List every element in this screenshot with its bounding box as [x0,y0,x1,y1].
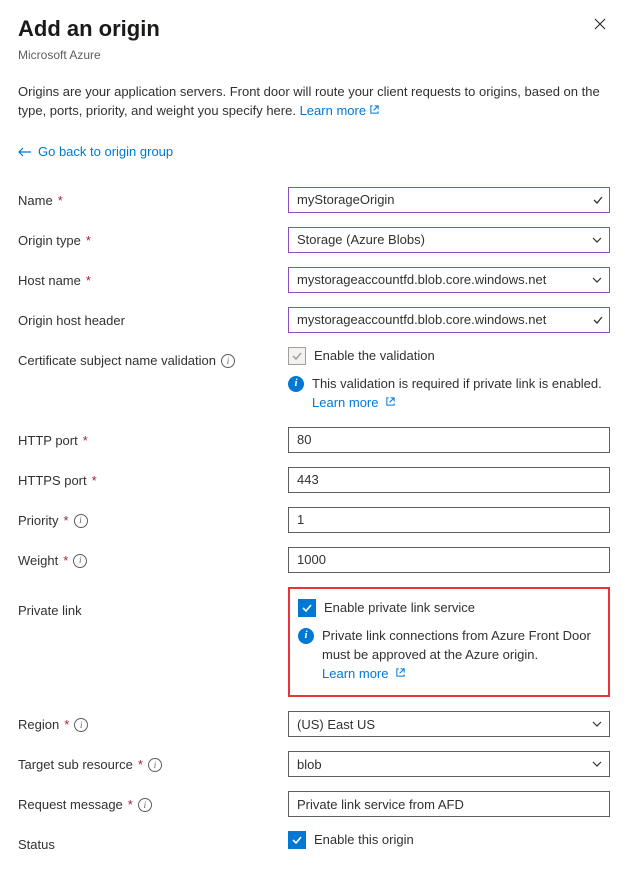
status-checkbox-label: Enable this origin [314,831,414,849]
info-icon[interactable]: i [221,354,235,368]
weight-label: Weight * i [18,547,288,570]
cert-validation-label: Certificate subject name validation i [18,347,288,370]
info-icon[interactable]: i [73,554,87,568]
close-icon [594,18,606,30]
origin-type-label: Origin type * [18,227,288,250]
info-icon[interactable]: i [74,718,88,732]
private-link-learn-more-link[interactable]: Learn more [322,666,406,681]
arrow-left-icon [18,147,32,157]
info-icon[interactable]: i [74,514,88,528]
private-link-checkbox-label: Enable private link service [324,599,475,617]
info-icon[interactable]: i [138,798,152,812]
http-port-input[interactable] [288,427,610,453]
description-learn-more-link[interactable]: Learn more [300,103,380,118]
target-sub-resource-select[interactable] [288,751,610,777]
target-sub-resource-label: Target sub resource * i [18,751,288,774]
private-link-label: Private link [18,587,288,620]
status-checkbox[interactable] [288,831,306,849]
close-button[interactable] [590,14,610,34]
origin-host-header-label: Origin host header [18,307,288,330]
http-port-label: HTTP port * [18,427,288,450]
status-label: Status [18,831,288,854]
request-message-input[interactable] [288,791,610,817]
cert-validation-checkbox-label: Enable the validation [314,347,435,365]
private-link-info-text: Private link connections from Azure Fron… [322,627,600,684]
weight-input[interactable] [288,547,610,573]
external-link-icon [385,396,396,407]
region-label: Region * i [18,711,288,734]
panel-subtitle: Microsoft Azure [18,47,160,64]
private-link-highlight-box: Enable private link service i Private li… [288,587,610,698]
region-select[interactable] [288,711,610,737]
external-link-icon [369,104,380,115]
cert-validation-info-text: This validation is required if private l… [312,375,610,413]
host-name-label: Host name * [18,267,288,290]
private-link-checkbox[interactable] [298,599,316,617]
cert-validation-checkbox [288,347,306,365]
priority-input[interactable] [288,507,610,533]
cert-validation-learn-more-link[interactable]: Learn more [312,395,396,410]
name-input[interactable] [288,187,610,213]
back-link-label: Go back to origin group [38,143,173,161]
info-solid-icon: i [288,376,304,392]
panel-header: Add an origin Microsoft Azure [18,14,610,64]
panel-title: Add an origin [18,14,160,45]
name-label: Name * [18,187,288,210]
origin-host-header-input[interactable] [288,307,610,333]
host-name-select[interactable] [288,267,610,293]
origin-type-select[interactable] [288,227,610,253]
https-port-input[interactable] [288,467,610,493]
info-solid-icon: i [298,628,314,644]
back-to-origin-group-link[interactable]: Go back to origin group [18,143,610,161]
info-icon[interactable]: i [148,758,162,772]
request-message-label: Request message * i [18,791,288,814]
https-port-label: HTTPS port * [18,467,288,490]
priority-label: Priority * i [18,507,288,530]
panel-description: Origins are your application servers. Fr… [18,82,610,121]
external-link-icon [395,667,406,678]
